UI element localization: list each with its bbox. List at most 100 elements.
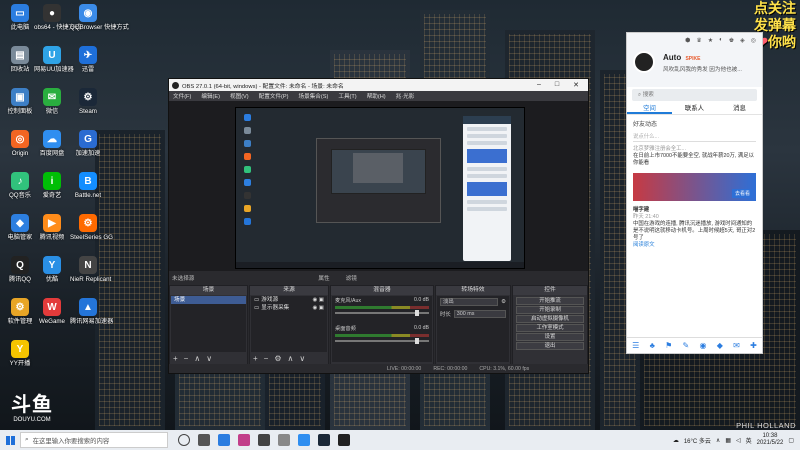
desktop-icon[interactable]: ⚙ SteelSeries GG [70, 214, 113, 241]
volume-slider[interactable] [335, 338, 429, 344]
chevron-up-icon[interactable]: ∧ [716, 437, 720, 444]
clock[interactable]: 10:38 2021/5/22 [757, 433, 784, 447]
obs-menu-item[interactable]: 编辑(E) [201, 92, 220, 100]
obs-menu-item[interactable]: 工具(T) [338, 92, 356, 100]
network-icon[interactable]: ▦ [725, 437, 731, 444]
move-up-icon[interactable]: ∧ [288, 354, 294, 363]
desktop-icon[interactable]: ◎ Origin [2, 130, 38, 157]
desktop-icon[interactable]: ✈ 迅雷 [70, 46, 106, 73]
exit-button[interactable]: 退出 [516, 342, 584, 350]
qq-signature[interactable]: 风吹乱风我的秀发 因为他也被... [663, 65, 742, 73]
obs-menu-item[interactable]: 兆·光影 [396, 92, 415, 100]
desktop-icon[interactable]: ▣ 控制面板 [2, 88, 38, 115]
qq-bottom-icon[interactable]: ♣ [650, 341, 655, 350]
source-item[interactable]: ▭ 显示器采集 ◉ ▣ [251, 304, 327, 312]
steam-icon[interactable] [318, 434, 330, 446]
obs-icon[interactable] [338, 434, 350, 446]
notification-icon[interactable]: ▢ [788, 437, 794, 444]
tab-messages[interactable]: 消息 [717, 103, 762, 114]
qq-bottom-icon[interactable]: ◉ [699, 341, 706, 350]
comment-input[interactable]: 说点什么... [633, 132, 756, 142]
volume-icon[interactable]: ◁ [736, 437, 741, 444]
qq-toolbar-icon[interactable]: ♛ [696, 37, 701, 44]
qq-toolbar-icon[interactable]: ★ [708, 37, 713, 44]
settings-button[interactable]: 设置 [516, 333, 584, 341]
feed-post[interactable]: 喵字建 昨天 21:40 中国在游戏的连播, 腾讯沉迷播放, 游戏时间通知的是不… [627, 203, 762, 253]
studio-mode-button[interactable]: 工作室模式 [516, 324, 584, 332]
qq-bottom-icon[interactable]: ✚ [750, 341, 757, 350]
desktop-icon[interactable]: ▤ 回收站 [2, 46, 38, 73]
qq-bottom-icon[interactable]: ✎ [683, 341, 690, 350]
obs-menu-item[interactable]: 场景集合(S) [299, 92, 329, 100]
task-view-icon[interactable] [178, 434, 190, 446]
taskbar-app-icon[interactable] [218, 434, 230, 446]
desktop-icon[interactable]: ◉ QQBrowser 快捷方式 [70, 4, 129, 31]
qq-toolbar-icon[interactable]: ♚ [729, 37, 734, 44]
properties-button[interactable]: 属性 [318, 274, 329, 282]
taskbar-search[interactable]: ⌕ 在这里输入你要搜索的内容 [20, 432, 168, 448]
lock-icon[interactable]: ▣ [319, 305, 324, 311]
remove-icon[interactable]: − [264, 354, 269, 363]
filters-button[interactable]: 滤镜 [346, 274, 357, 282]
desktop-icon[interactable]: ⚙ 软件管理 [2, 298, 38, 325]
obs-titlebar[interactable]: OBS 27.0.1 (64-bit, windows) - 配置文件: 未命名… [169, 79, 588, 91]
desktop-icon[interactable]: ☁ 百度网盘 [34, 130, 70, 157]
desktop-icon[interactable]: Y 优酷 [34, 256, 70, 283]
virtual-camera-button[interactable]: 启动虚拟摄像机 [516, 315, 584, 323]
qq-panel[interactable]: ⬢ ♛ ★ ◐ ♚ ◈ ◎ Auto SPIKE 风吹乱风我的秀发 因为他也被... ⌕ 搜… [626, 32, 763, 354]
remove-icon[interactable]: − [184, 354, 189, 363]
ad-banner[interactable]: 去看看 [633, 173, 756, 201]
duration-input[interactable]: 300 ms [453, 310, 506, 318]
desktop-icon[interactable]: ▶ 腾讯视频 [34, 214, 70, 241]
desktop-icon[interactable]: G 加速加速 [70, 130, 106, 157]
weather-icon[interactable]: ☁ [673, 437, 679, 444]
qq-toolbar-icon[interactable]: ◐ [719, 37, 723, 44]
qq-bottom-icon[interactable]: ◆ [717, 341, 723, 350]
eye-icon[interactable]: ◉ [312, 297, 317, 303]
eye-icon[interactable]: ◉ [312, 305, 317, 311]
taskbar-app-icon[interactable] [298, 434, 310, 446]
start-streaming-button[interactable]: 开始推流 [516, 297, 584, 305]
volume-slider[interactable] [335, 310, 429, 316]
taskbar-app-icon[interactable] [278, 434, 290, 446]
obs-menu-item[interactable]: 配置文件(P) [259, 92, 289, 100]
desktop-icon[interactable]: W WeGame [34, 298, 70, 325]
obs-window[interactable]: OBS 27.0.1 (64-bit, windows) - 配置文件: 未命名… [168, 78, 589, 374]
move-up-icon[interactable]: ∧ [194, 354, 200, 363]
read-more-link[interactable]: 阅读原文 [633, 242, 756, 249]
obs-menu-item[interactable]: 文件(F) [173, 92, 191, 100]
qq-toolbar-icon[interactable]: ⬢ [685, 37, 690, 44]
desktop-icon[interactable]: U 网易UU加速器 [34, 46, 74, 73]
desktop-icon[interactable]: Y YY开播 [2, 340, 38, 367]
start-button[interactable] [0, 430, 20, 450]
ad-view-button[interactable]: 去看看 [731, 189, 753, 198]
transition-select[interactable]: 淡出 [440, 298, 499, 306]
move-down-icon[interactable]: ∨ [206, 354, 212, 363]
gear-icon[interactable]: ⚙ [501, 299, 506, 305]
desktop-icon[interactable]: Q 腾讯QQ [2, 256, 38, 283]
obs-menu-item[interactable]: 视图(V) [230, 92, 249, 100]
feed-post[interactable]: 北京梦雅注册会全工... 在日前上市7000不能要全空, 就战年薪20万, 满足… [627, 142, 762, 171]
desktop-icon[interactable]: ◆ 电脑管家 [2, 214, 38, 241]
qq-toolbar-icon[interactable]: ◈ [740, 37, 745, 44]
gear-icon[interactable]: ⚙ [274, 354, 281, 363]
qq-bottom-icon[interactable]: ⚑ [665, 341, 672, 350]
tab-space[interactable]: 空间 [627, 103, 672, 114]
avatar[interactable] [633, 51, 655, 73]
scene-item[interactable]: 场景 [171, 296, 246, 304]
move-down-icon[interactable]: ∨ [299, 354, 305, 363]
taskbar-app-icon[interactable] [198, 434, 210, 446]
desktop-icon[interactable]: i 爱奇艺 [34, 172, 70, 199]
qq-toolbar-icon[interactable]: ◎ [751, 37, 756, 44]
qq-bottom-icon[interactable]: ☰ [632, 341, 639, 350]
desktop-icon[interactable]: B Battle.net [70, 172, 106, 199]
maximize-icon[interactable]: □ [555, 81, 559, 89]
input-lang[interactable]: 英 [746, 436, 752, 445]
taskbar-app-icon[interactable] [258, 434, 270, 446]
add-icon[interactable]: + [173, 354, 178, 363]
add-icon[interactable]: + [253, 354, 258, 363]
search-input[interactable]: ⌕ 搜索 [632, 89, 757, 101]
desktop-icon[interactable]: ✉ 微信 [34, 88, 70, 115]
desktop-icon[interactable]: ▲ 腾讯网易加速器 [70, 298, 113, 325]
tab-contacts[interactable]: 联系人 [672, 103, 717, 114]
